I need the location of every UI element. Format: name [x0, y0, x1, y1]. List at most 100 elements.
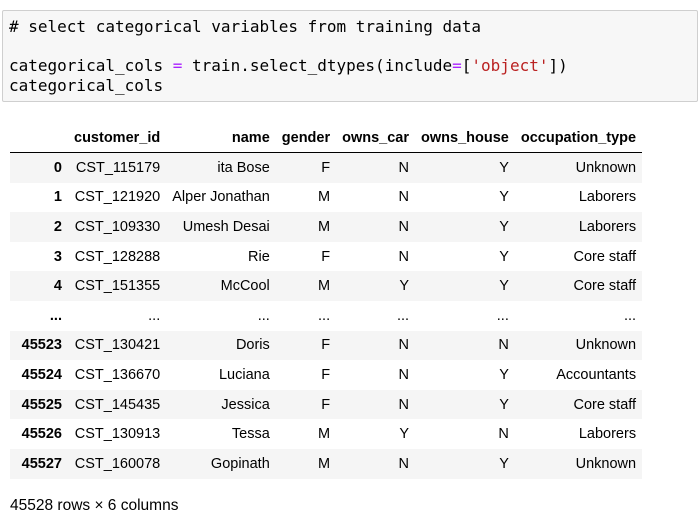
- cell-owns-car: ...: [396, 307, 410, 324]
- dataframe-output-table: customer_id name gender owns_car owns_ho…: [10, 124, 643, 479]
- cell-customer-id: CST_109330: [74, 218, 161, 235]
- cell-customer-id: CST_130913: [74, 426, 161, 443]
- code-line-assignment: categorical_cols = train.select_dtypes(i…: [9, 56, 568, 76]
- code-operator: =: [163, 56, 193, 75]
- cell-owns-car: N: [398, 455, 410, 472]
- code-string: 'object': [471, 56, 549, 75]
- code-call: train.select_dtypes(include: [192, 56, 453, 75]
- cell-customer-id: CST_121920: [74, 189, 161, 206]
- cell-name: Alper Jonathan: [172, 189, 270, 206]
- cell-occupation-type: Accountants: [556, 366, 637, 383]
- cell-owns-house: Y: [499, 218, 509, 235]
- header-owns-house: owns_house: [415, 124, 515, 153]
- cell-customer-id: ...: [148, 307, 161, 324]
- cell-name: Tessa: [231, 426, 270, 443]
- cell-gender: F: [321, 337, 331, 354]
- cell-customer-id: CST_136670: [74, 366, 161, 383]
- row-index: 2: [53, 218, 62, 235]
- header-occupation-type: occupation_type: [514, 124, 643, 153]
- row-index: 1: [53, 189, 62, 206]
- cell-owns-car: N: [398, 159, 410, 176]
- code-variable: categorical_cols: [9, 56, 164, 75]
- cell-occupation-type: Core staff: [573, 278, 637, 295]
- cell-customer-id: CST_145435: [74, 396, 161, 413]
- code-operator-kw: =: [452, 56, 462, 75]
- cell-owns-car: N: [398, 396, 410, 413]
- code-cell-input[interactable]: # select categorical variables from trai…: [2, 10, 698, 102]
- header-customer-id: customer_id: [68, 124, 167, 153]
- cell-occupation-type: Unknown: [575, 159, 637, 176]
- cell-customer-id: CST_160078: [74, 455, 161, 472]
- cell-occupation-type: Laborers: [578, 426, 637, 443]
- cell-name: Jessica: [221, 396, 270, 413]
- header-owns-car: owns_car: [336, 124, 416, 153]
- cell-occupation-type: Laborers: [578, 189, 637, 206]
- cell-owns-car: N: [398, 337, 410, 354]
- cell-name: Gopinath: [210, 455, 270, 472]
- cell-customer-id: CST_128288: [74, 248, 161, 265]
- row-index: 0: [53, 159, 62, 176]
- header-gender: gender: [275, 124, 337, 153]
- code-comment: # select categorical variables from trai…: [9, 17, 482, 36]
- cell-gender: M: [318, 455, 331, 472]
- cell-owns-house: Y: [499, 248, 509, 265]
- cell-customer-id: CST_151355: [74, 278, 161, 295]
- table-row-ellipsis: ... ... ... ... ... ... ...: [10, 300, 643, 331]
- table-row: 4 CST_151355 McCool M Y Y Core staff: [10, 271, 643, 301]
- cell-owns-house: Y: [499, 455, 509, 472]
- cell-gender: M: [318, 189, 331, 206]
- table-row: 45524 CST_136670 Luciana F N Y Accountan…: [10, 360, 643, 390]
- code-line-output-var: categorical_cols: [9, 76, 164, 95]
- table-row: 2 CST_109330 Umesh Desai M N Y Laborers: [10, 212, 643, 242]
- table-row: 1 CST_121920 Alper Jonathan M N Y Labore…: [10, 182, 643, 213]
- table-row: 45526 CST_130913 Tessa M Y N Laborers: [10, 419, 643, 449]
- cell-occupation-type: Unknown: [575, 337, 637, 354]
- cell-name: ...: [257, 307, 270, 324]
- cell-owns-car: N: [398, 366, 410, 383]
- table-row: 3 CST_128288 Rie F N Y Core staff: [10, 241, 643, 272]
- cell-gender: M: [318, 426, 331, 443]
- table-row: 0 CST_115179 ita Bose F N Y Unknown: [10, 152, 643, 183]
- cell-owns-car: N: [398, 189, 410, 206]
- table-row: 45525 CST_145435 Jessica F N Y Core staf…: [10, 389, 643, 420]
- cell-gender: M: [318, 218, 331, 235]
- cell-gender: F: [321, 366, 331, 383]
- cell-customer-id: CST_115179: [75, 159, 161, 176]
- row-index: 45525: [21, 396, 62, 413]
- cell-occupation-type: Core staff: [573, 396, 637, 413]
- cell-owns-car: Y: [399, 278, 410, 295]
- cell-owns-house: N: [498, 337, 509, 354]
- row-index: 45527: [21, 455, 62, 472]
- cell-owns-car: N: [398, 218, 410, 235]
- cell-owns-house: Y: [499, 189, 509, 206]
- cell-gender: F: [321, 159, 331, 176]
- table-row: 45527 CST_160078 Gopinath M N Y Unknown: [10, 448, 643, 479]
- cell-owns-house: Y: [499, 396, 509, 413]
- cell-gender: F: [321, 248, 331, 265]
- cell-owns-house: Y: [499, 159, 509, 176]
- cell-occupation-type: Unknown: [575, 455, 637, 472]
- header-name: name: [166, 124, 276, 153]
- cell-name: Doris: [235, 337, 270, 354]
- cell-owns-house: N: [498, 426, 509, 443]
- code-bracket-close: ]): [548, 56, 568, 75]
- cell-occupation-type: Core staff: [573, 248, 637, 265]
- cell-gender: F: [321, 396, 331, 413]
- cell-gender: ...: [318, 307, 331, 324]
- cell-occupation-type: Laborers: [578, 218, 637, 235]
- row-index: 45524: [21, 366, 62, 383]
- cell-customer-id: CST_130421: [74, 337, 161, 354]
- cell-occupation-type: ...: [623, 307, 637, 324]
- table-header-row: customer_id name gender owns_car owns_ho…: [10, 124, 643, 153]
- cell-owns-car: Y: [399, 426, 410, 443]
- cell-name: Umesh Desai: [182, 218, 270, 235]
- row-index: ...: [49, 307, 62, 324]
- cell-name: ita Bose: [217, 159, 270, 176]
- row-index: 3: [53, 248, 62, 265]
- cell-owns-house: Y: [499, 278, 509, 295]
- cell-name: Luciana: [218, 366, 270, 383]
- cell-owns-house: ...: [496, 307, 509, 324]
- header-index: [10, 124, 68, 153]
- row-index: 4: [53, 278, 62, 295]
- dataframe-shape-summary: 45528 rows × 6 columns: [10, 497, 179, 514]
